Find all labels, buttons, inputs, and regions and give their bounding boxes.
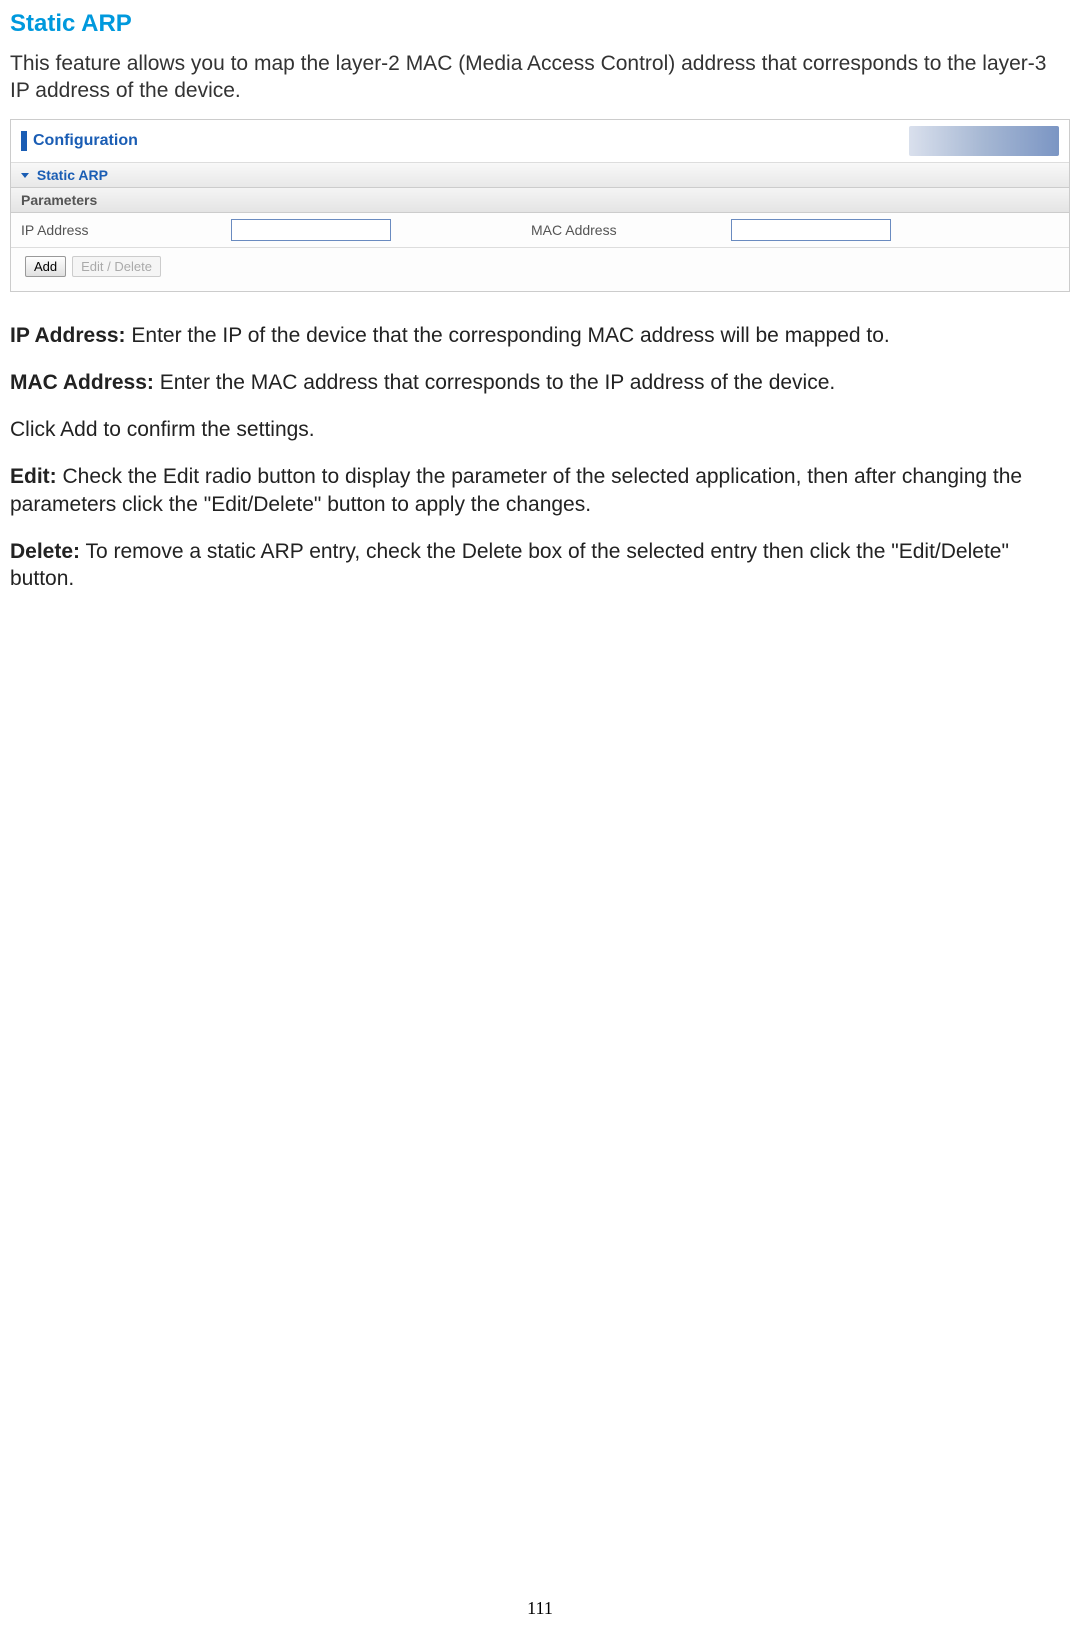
edit-delete-button: Edit / Delete bbox=[72, 256, 161, 277]
page-number: 111 bbox=[527, 1598, 553, 1619]
config-header-left: Configuration bbox=[21, 131, 138, 151]
header-bar-icon bbox=[21, 131, 27, 151]
delete-desc-label: Delete: bbox=[10, 540, 80, 563]
page-title: Static ARP bbox=[10, 10, 1070, 38]
intro-text: This feature allows you to map the layer… bbox=[10, 50, 1070, 105]
mac-address-desc-text: Enter the MAC address that corresponds t… bbox=[154, 371, 835, 394]
header-decor-image bbox=[909, 126, 1059, 156]
delete-description: Delete: To remove a static ARP entry, ch… bbox=[10, 538, 1070, 593]
form-row: IP Address MAC Address bbox=[11, 213, 1069, 248]
chevron-down-icon bbox=[21, 173, 29, 178]
ip-address-input[interactable] bbox=[231, 219, 391, 241]
edit-desc-label: Edit: bbox=[10, 465, 57, 488]
edit-desc-text: Check the Edit radio button to display t… bbox=[10, 465, 1022, 515]
ip-address-description: IP Address: Enter the IP of the device t… bbox=[10, 322, 1070, 349]
ip-address-label: IP Address bbox=[21, 222, 231, 238]
edit-description: Edit: Check the Edit radio button to dis… bbox=[10, 463, 1070, 518]
mac-address-desc-label: MAC Address: bbox=[10, 371, 154, 394]
ip-address-desc-text: Enter the IP of the device that the corr… bbox=[126, 324, 890, 347]
configuration-header: Configuration bbox=[11, 120, 1069, 163]
parameters-header: Parameters bbox=[11, 188, 1069, 213]
delete-desc-text: To remove a static ARP entry, check the … bbox=[10, 540, 1009, 590]
button-row: Add Edit / Delete bbox=[11, 248, 1069, 291]
mac-address-input[interactable] bbox=[731, 219, 891, 241]
config-header-title: Configuration bbox=[33, 132, 138, 150]
section-title-text: Static ARP bbox=[37, 167, 108, 183]
add-button[interactable]: Add bbox=[25, 256, 66, 277]
configuration-panel: Configuration Static ARP Parameters IP A… bbox=[10, 119, 1070, 292]
mac-address-description: MAC Address: Enter the MAC address that … bbox=[10, 369, 1070, 396]
ip-address-desc-label: IP Address: bbox=[10, 324, 126, 347]
static-arp-section-header[interactable]: Static ARP bbox=[11, 163, 1069, 188]
add-note: Click Add to confirm the settings. bbox=[10, 416, 1070, 443]
mac-address-label: MAC Address bbox=[531, 222, 731, 238]
